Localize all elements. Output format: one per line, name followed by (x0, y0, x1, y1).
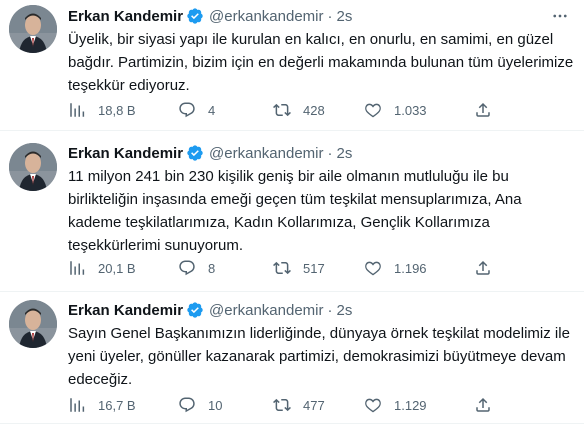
reply-button[interactable]: 4 (178, 101, 215, 119)
verified-icon (187, 8, 203, 24)
like-icon (365, 261, 381, 276)
tweet[interactable]: Erkan Kandemir @erkankandemir · 2s 11 mi… (0, 131, 584, 292)
reply-icon (179, 397, 195, 413)
retweet-count: 428 (303, 102, 325, 118)
author-handle[interactable]: @erkankandemir (209, 145, 323, 162)
avatar[interactable] (9, 300, 57, 348)
tweet-text: Üyelik, bir siyasi yapı ile kurulan en k… (68, 31, 574, 94)
author-name[interactable]: Erkan Kandemir (68, 302, 183, 319)
author-handle[interactable]: @erkankandemir (209, 302, 323, 319)
views-count: 20,1 B (98, 260, 136, 276)
tweet-actions: 16,7 B 10 477 1.129 (68, 395, 584, 415)
reply-count: 8 (208, 260, 216, 276)
tweet-actions: 18,8 B 4 428 1.033 (68, 100, 584, 120)
like-button[interactable]: 1.196 (364, 259, 427, 277)
reply-count: 4 (208, 102, 216, 118)
share-icon (476, 397, 490, 412)
like-icon (365, 103, 381, 118)
analytics-icon (70, 398, 85, 412)
verified-icon (187, 302, 203, 318)
tweet[interactable]: Erkan Kandemir @erkankandemir · 2s Üyeli… (0, 0, 584, 131)
views-button[interactable]: 20,1 B (68, 259, 136, 277)
more-icon[interactable] (550, 6, 570, 26)
analytics-icon (70, 103, 85, 117)
reply-icon (179, 102, 195, 118)
tweet-text: 11 milyon 241 bin 230 kişilik geniş bir … (68, 168, 522, 254)
tweet-header: Erkan Kandemir @erkankandemir · 2s (68, 300, 554, 320)
share-icon (476, 260, 490, 275)
share-button[interactable] (474, 101, 492, 119)
retweet-button[interactable]: 477 (273, 396, 325, 414)
retweet-icon (273, 261, 291, 275)
retweet-count: 477 (303, 397, 325, 413)
tweet[interactable]: Erkan Kandemir @erkankandemir · 2s Sayın… (0, 292, 584, 424)
views-button[interactable]: 18,8 B (68, 101, 136, 119)
like-icon (365, 398, 381, 413)
like-count: 1.129 (394, 397, 427, 413)
retweet-button[interactable]: 517 (273, 259, 325, 277)
views-button[interactable]: 16,7 B (68, 396, 136, 414)
reply-icon (179, 260, 195, 276)
tweet-header: Erkan Kandemir @erkankandemir · 2s (68, 6, 554, 26)
share-button[interactable] (474, 259, 492, 277)
verified-icon (187, 145, 203, 161)
like-count: 1.033 (394, 102, 427, 118)
share-icon (476, 102, 490, 117)
reply-count: 10 (208, 397, 223, 413)
tweet-text: Sayın Genel Başkanımızın liderliğinde, d… (68, 325, 570, 388)
retweet-count: 517 (303, 260, 325, 276)
retweet-icon (273, 103, 291, 117)
author-name[interactable]: Erkan Kandemir (68, 8, 183, 25)
reply-button[interactable]: 8 (178, 259, 215, 277)
separator-dot: · (327, 301, 333, 319)
views-count: 16,7 B (98, 397, 136, 413)
timestamp[interactable]: 2s (337, 8, 353, 25)
retweet-icon (273, 398, 291, 412)
views-count: 18,8 B (98, 102, 136, 118)
share-button[interactable] (474, 396, 492, 414)
analytics-icon (70, 261, 85, 275)
avatar[interactable] (9, 143, 57, 191)
like-button[interactable]: 1.033 (364, 101, 427, 119)
timestamp[interactable]: 2s (337, 145, 353, 162)
avatar[interactable] (9, 5, 57, 53)
tweet-actions: 20,1 B 8 517 1.196 (68, 258, 584, 278)
author-name[interactable]: Erkan Kandemir (68, 145, 183, 162)
separator-dot: · (327, 7, 333, 25)
timestamp[interactable]: 2s (337, 302, 353, 319)
tweet-header: Erkan Kandemir @erkankandemir · 2s (68, 143, 554, 163)
retweet-button[interactable]: 428 (273, 101, 325, 119)
like-count: 1.196 (394, 260, 427, 276)
reply-button[interactable]: 10 (178, 396, 222, 414)
author-handle[interactable]: @erkankandemir (209, 8, 323, 25)
separator-dot: · (327, 144, 333, 162)
like-button[interactable]: 1.129 (364, 396, 427, 414)
